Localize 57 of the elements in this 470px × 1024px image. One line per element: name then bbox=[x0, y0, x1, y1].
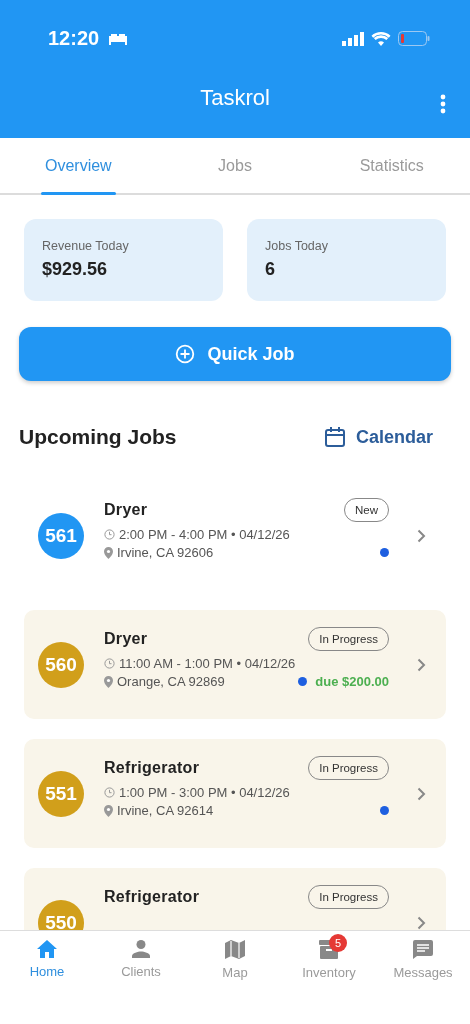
calendar-button[interactable]: Calendar bbox=[323, 426, 433, 448]
job-card[interactable]: 550 Refrigerator In Progress bbox=[24, 868, 446, 930]
chevron-icon bbox=[417, 657, 426, 672]
status-time: 12:20 bbox=[48, 27, 100, 50]
job-title: Refrigerator bbox=[104, 888, 200, 906]
person-icon bbox=[132, 940, 150, 958]
job-number: 550 bbox=[38, 899, 84, 930]
job-time: 11:00 AM - 1:00 PM • 04/12/26 bbox=[119, 656, 296, 671]
wifi-icon bbox=[371, 31, 391, 46]
job-time: 1:00 PM - 3:00 PM • 04/12/26 bbox=[119, 785, 290, 800]
stat-label: Jobs Today bbox=[265, 239, 329, 253]
job-location: Orange, CA 92869 bbox=[117, 674, 225, 689]
job-card[interactable]: 551 Refrigerator In Progress 1:00 PM - 3:00 PM • 04/12/26 Irvine, CA 92614 bbox=[24, 739, 446, 848]
stat-value: 6 bbox=[265, 259, 276, 280]
notification-badge: 5 bbox=[329, 934, 347, 952]
job-number: 551 bbox=[38, 770, 84, 817]
pin-icon bbox=[104, 804, 113, 817]
chevron-icon bbox=[417, 786, 426, 801]
nav-item[interactable]: Home bbox=[0, 931, 94, 981]
job-card[interactable]: 560 Dryer In Progress 11:00 AM - 1:00 PM • 04/12/26 Orange, CA 92869 due $200.00 bbox=[24, 610, 446, 719]
quick-job-button[interactable]: Quick Job bbox=[19, 327, 451, 381]
plus-circle-icon bbox=[175, 344, 196, 364]
message-icon bbox=[413, 940, 433, 959]
job-location: Irvine, CA 92614 bbox=[117, 803, 214, 818]
pin-icon bbox=[104, 675, 113, 688]
tab[interactable]: Jobs bbox=[156, 138, 314, 193]
job-number: 561 bbox=[38, 512, 84, 559]
tab[interactable]: Overview bbox=[0, 138, 157, 193]
more-icon[interactable] bbox=[440, 94, 446, 114]
job-title: Dryer bbox=[104, 501, 148, 519]
tab[interactable]: Statistics bbox=[313, 138, 470, 193]
clock-icon bbox=[104, 787, 115, 798]
signal-icon bbox=[342, 31, 364, 46]
battery-icon bbox=[398, 31, 430, 46]
home-icon bbox=[37, 940, 57, 958]
chevron-icon bbox=[417, 528, 426, 543]
job-title: Dryer bbox=[104, 630, 148, 648]
nav-item[interactable]: Messages bbox=[376, 931, 470, 982]
section-title: Upcoming Jobs bbox=[19, 425, 177, 449]
nav-item[interactable]: Clients bbox=[94, 931, 188, 981]
due-amount: due $200.00 bbox=[315, 674, 389, 689]
pin-icon bbox=[104, 546, 113, 559]
stat-value: $929.56 bbox=[42, 259, 109, 280]
stat-label: Revenue Today bbox=[42, 239, 130, 253]
job-time: 2:00 PM - 4:00 PM • 04/12/26 bbox=[119, 527, 290, 542]
clock-icon bbox=[104, 529, 115, 540]
map-icon bbox=[225, 940, 245, 959]
nav-item[interactable]: Map bbox=[188, 931, 282, 982]
chevron-icon bbox=[417, 915, 426, 930]
job-title: Refrigerator bbox=[104, 759, 200, 777]
app-title: Taskrol bbox=[200, 85, 270, 111]
calendar-icon bbox=[323, 426, 346, 448]
job-number: 560 bbox=[38, 641, 84, 688]
clock-icon bbox=[104, 658, 115, 669]
bed-icon bbox=[108, 32, 129, 45]
nav-item[interactable]: 5 Inventory bbox=[282, 931, 376, 982]
job-location: Irvine, CA 92606 bbox=[117, 545, 214, 560]
